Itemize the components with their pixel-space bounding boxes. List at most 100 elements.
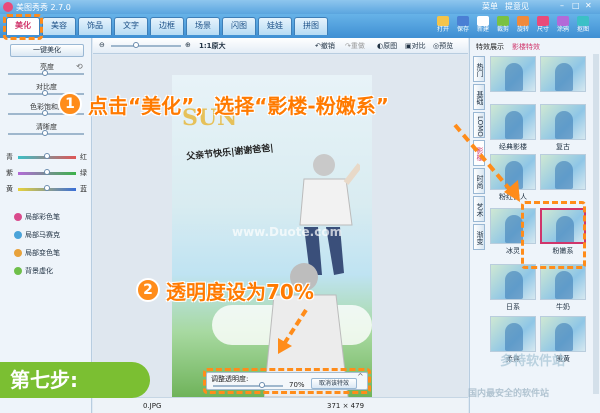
minimize-icon[interactable]: – <box>560 1 564 10</box>
new-button[interactable]: 新建 <box>474 16 492 36</box>
redo-button[interactable]: ↷重做 <box>345 41 365 51</box>
effect-label: 牛奶 <box>556 303 570 311</box>
saturation-knob[interactable] <box>42 110 48 116</box>
tab-decoration[interactable]: 饰品 <box>78 17 112 35</box>
effects-subheader: 影楼特效 <box>512 43 540 51</box>
original-button[interactable]: ◐原图 <box>377 41 397 51</box>
effects-header: 特效展示 <box>476 43 504 51</box>
effect-thumb[interactable] <box>490 316 536 352</box>
purple-green-knob[interactable] <box>44 169 50 175</box>
highlight-effect <box>521 201 586 269</box>
effect-thumb[interactable] <box>540 56 586 92</box>
crop-icon <box>497 16 509 26</box>
local-recolor-pen[interactable]: 局部变色笔 <box>14 248 60 258</box>
sharpness-knob[interactable] <box>42 130 48 136</box>
resize-button[interactable]: 尺寸 <box>534 16 552 36</box>
resize-icon <box>537 16 549 26</box>
effect-thumb[interactable] <box>540 104 586 140</box>
image-size: 371 × 479 <box>327 402 365 410</box>
undo-button[interactable]: ↶撤销 <box>315 41 335 51</box>
effect-thumb[interactable] <box>540 154 586 190</box>
father-child-figure <box>264 154 360 397</box>
close-icon[interactable]: ✕ <box>585 1 592 10</box>
main-toolbar: 美化 美容 饰品 文字 边框 场景 闪图 娃娃 拼图 打开 保存 新建 裁剪 旋… <box>0 14 600 38</box>
contrast-knob[interactable] <box>42 90 48 96</box>
effect-label: 复古 <box>556 143 570 151</box>
step-1-text: 点击“美化”，选择“影楼-粉嫩系” <box>88 94 389 118</box>
effect-thumb[interactable] <box>490 56 536 92</box>
step-2-badge: 2 <box>136 278 160 302</box>
tab-scene[interactable]: 场景 <box>186 17 220 35</box>
crop-button[interactable]: 裁剪 <box>494 16 512 36</box>
zoom-level[interactable]: 1:1原大 <box>199 41 226 51</box>
app-logo-icon <box>3 2 13 12</box>
arrow-to-opacity-icon <box>278 308 308 354</box>
cyan-label: 青 <box>6 153 13 161</box>
tab-basic[interactable]: 基础 <box>473 84 485 110</box>
preview-button[interactable]: ◎预览 <box>433 41 453 51</box>
scissors-icon <box>577 16 589 26</box>
tab-frame[interactable]: 边框 <box>150 17 184 35</box>
effect-thumb[interactable] <box>540 316 586 352</box>
save-button[interactable]: 保存 <box>454 16 472 36</box>
reset-icon[interactable]: ⟲ <box>76 62 83 71</box>
zoom-in-icon[interactable]: ⊕ <box>185 41 191 49</box>
rotate-icon <box>517 16 529 26</box>
save-icon <box>457 16 469 26</box>
one-click-beautify-button[interactable]: 一键美化 <box>10 44 84 57</box>
local-mosaic[interactable]: 局部马赛克 <box>14 230 60 240</box>
tab-doll[interactable]: 娃娃 <box>258 17 292 35</box>
title-bar: 美图秀秀 2.7.0 菜单 提意见 – □ ✕ <box>0 0 600 14</box>
step-2-text: 透明度设为70% <box>166 280 314 304</box>
effects-scrollbar[interactable] <box>593 54 599 394</box>
feedback-link[interactable]: 提意见 <box>505 1 529 12</box>
zoom-slider[interactable] <box>111 45 181 47</box>
mosaic-icon <box>14 231 22 239</box>
tab-gradient[interactable]: 渐变 <box>473 224 485 250</box>
file-name: 0.JPG <box>143 402 162 410</box>
tab-beauty[interactable]: 美容 <box>42 17 76 35</box>
green-label: 绿 <box>80 169 87 177</box>
new-file-icon <box>477 16 489 26</box>
recolor-icon <box>14 249 22 257</box>
folder-icon <box>437 16 449 26</box>
blue-label: 蓝 <box>80 185 87 193</box>
doodle-button[interactable]: 涂鸦 <box>554 16 572 36</box>
highlight-beautify-tab <box>3 14 43 40</box>
brush-icon <box>557 16 569 26</box>
blur-icon <box>14 267 22 275</box>
effect-label: 日系 <box>506 303 520 311</box>
cutout-button[interactable]: 抠图 <box>574 16 592 36</box>
maximize-icon[interactable]: □ <box>572 1 580 10</box>
tab-text[interactable]: 文字 <box>114 17 148 35</box>
color-pen-icon <box>14 213 22 221</box>
status-bar: 0.JPG 371 × 479 <box>93 397 468 413</box>
effect-thumb[interactable] <box>540 264 586 300</box>
tab-hot[interactable]: 热门 <box>473 56 485 82</box>
photo-watermark: www.Duote.com <box>232 225 343 239</box>
background-blur[interactable]: 背景虚化 <box>14 266 53 276</box>
tab-collage[interactable]: 拼图 <box>294 17 328 35</box>
brightness-knob[interactable] <box>42 70 48 76</box>
local-color-pen[interactable]: 局部彩色笔 <box>14 212 60 222</box>
effect-thumb[interactable] <box>490 264 536 300</box>
view-toolbar: ⊖ ⊕ 1:1原大 ↶撤销 ↷重做 ◐原图 ▣对比 ◎预览 <box>93 38 468 54</box>
zoom-knob[interactable] <box>133 42 139 48</box>
purple-label: 紫 <box>6 169 13 177</box>
tab-flash[interactable]: 闪图 <box>222 17 256 35</box>
site-watermark-sub: 国内最安全的软件站 <box>468 389 550 399</box>
arrow-to-effect-icon <box>453 123 520 202</box>
red-label: 红 <box>80 153 87 161</box>
compare-button[interactable]: ▣对比 <box>405 41 426 51</box>
zoom-out-icon[interactable]: ⊖ <box>99 41 105 49</box>
window-title: 美图秀秀 2.7.0 <box>16 3 71 12</box>
yellow-blue-knob[interactable] <box>44 185 50 191</box>
open-button[interactable]: 打开 <box>434 16 452 36</box>
cyan-red-knob[interactable] <box>44 153 50 159</box>
step-1-badge: 1 <box>58 92 82 116</box>
step-label: 第七步: <box>0 362 150 398</box>
menu-link[interactable]: 菜单 <box>482 1 498 12</box>
yellow-label: 黄 <box>6 185 13 193</box>
greeting-text: 父亲节快乐|谢谢爸爸| <box>185 143 275 163</box>
rotate-button[interactable]: 旋转 <box>514 16 532 36</box>
